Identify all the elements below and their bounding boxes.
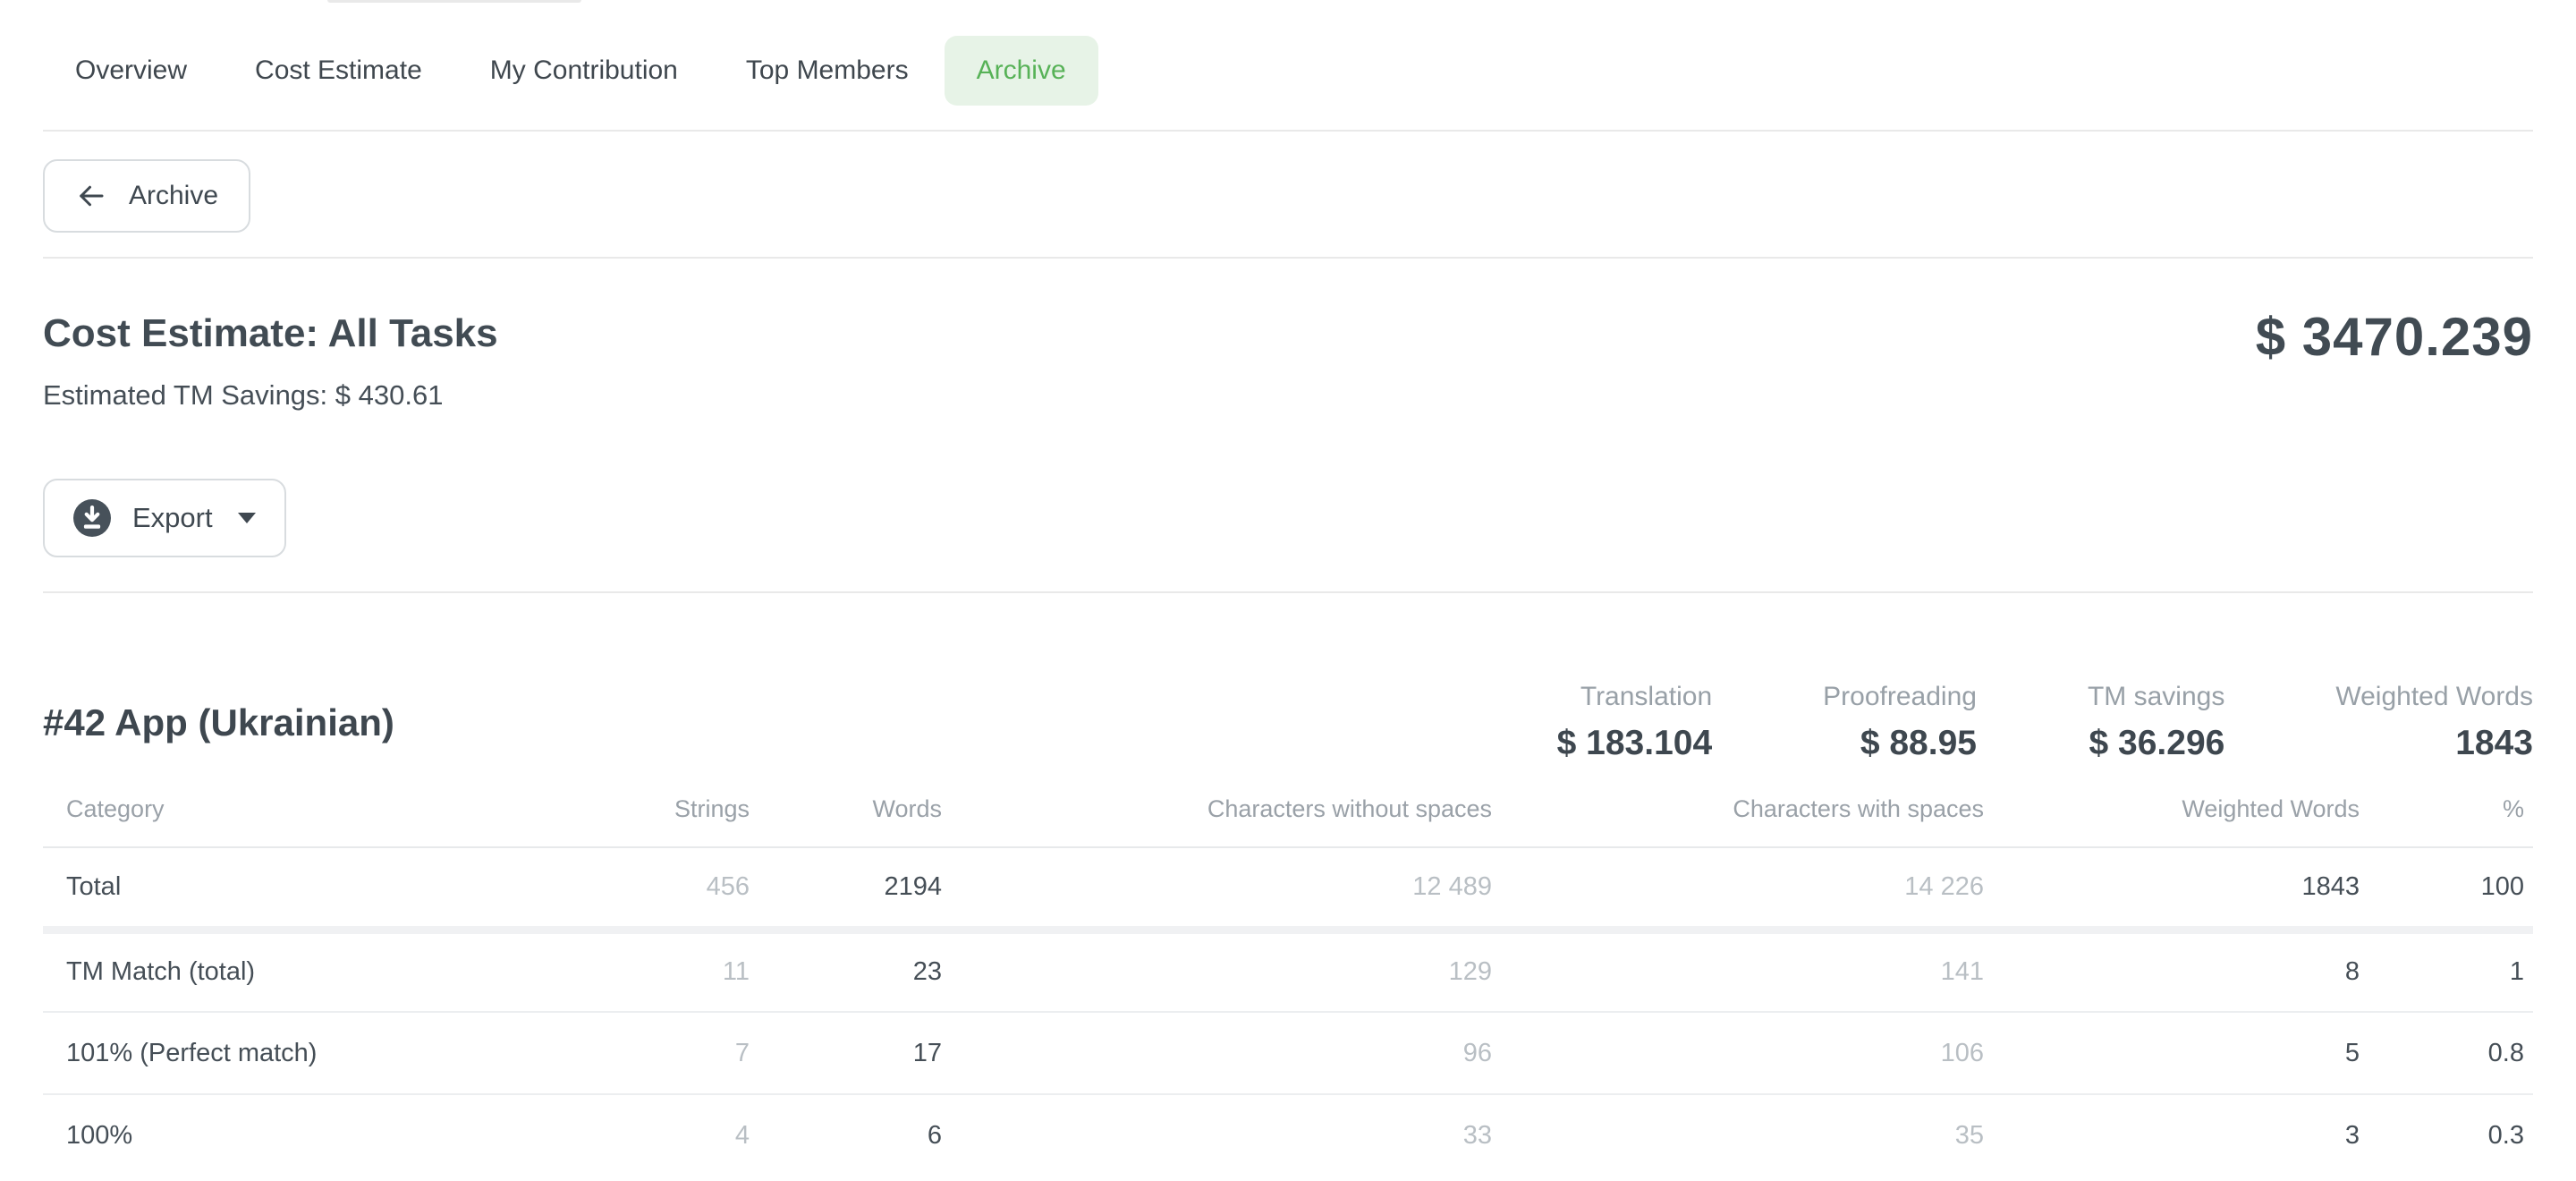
column-header-characters-without-spaces: Characters without spaces <box>942 795 1492 847</box>
cell-chars_with_spaces: 14 226 <box>1492 847 1984 930</box>
cell-chars_without_spaces: 129 <box>942 930 1492 1012</box>
divider <box>43 130 2533 132</box>
cell-percent: 1 <box>2360 930 2533 1012</box>
tab-bar: OverviewCost EstimateMy ContributionTop … <box>0 36 2576 106</box>
task-stats: Translation $ 183.104 Proofreading $ 88.95 T… <box>1557 681 2533 765</box>
cell-chars_with_spaces: 141 <box>1492 930 1984 1012</box>
archive-back-button[interactable]: Archive <box>43 159 250 233</box>
arrow-left-icon <box>75 180 107 212</box>
cell-strings: 11 <box>535 930 750 1012</box>
stat-value: $ 183.104 <box>1557 722 1713 765</box>
cell-weighted_words: 3 <box>1984 1094 2360 1177</box>
cell-weighted_words: 1843 <box>1984 847 2360 930</box>
cell-chars_with_spaces: 106 <box>1492 1012 1984 1094</box>
column-header-category: Category <box>43 795 535 847</box>
cost-table-wrap: CategoryStringsWordsCharacters without s… <box>0 795 2576 1177</box>
stat-label: TM savings <box>2088 681 2224 713</box>
stat-label: Translation <box>1557 681 1713 713</box>
cell-chars_without_spaces: 33 <box>942 1094 1492 1177</box>
cell-weighted_words: 5 <box>1984 1012 2360 1094</box>
cell-words: 6 <box>750 1094 942 1177</box>
stat-weighted-words: Weighted Words 1843 <box>2335 681 2533 765</box>
column-header-weighted-words: Weighted Words <box>1984 795 2360 847</box>
total-cost-value: $ 3470.239 <box>2256 309 2533 366</box>
tab-my-contribution[interactable]: My Contribution <box>458 36 710 106</box>
cell-chars_with_spaces: 35 <box>1492 1094 1984 1177</box>
cell-chars_without_spaces: 12 489 <box>942 847 1492 930</box>
export-label: Export <box>132 502 213 534</box>
cell-words: 17 <box>750 1012 942 1094</box>
stat-proofreading: Proofreading $ 88.95 <box>1823 681 1977 765</box>
stat-value: 1843 <box>2335 722 2533 765</box>
archive-back-label: Archive <box>129 181 218 211</box>
table-row-100-: 100%46333530.3 <box>43 1094 2533 1177</box>
tab-top-members[interactable]: Top Members <box>714 36 941 106</box>
cell-category: 101% (Perfect match) <box>43 1012 535 1094</box>
tab-archive[interactable]: Archive <box>945 36 1098 106</box>
divider <box>43 257 2533 259</box>
cell-chars_without_spaces: 96 <box>942 1012 1492 1094</box>
cell-category: 100% <box>43 1094 535 1177</box>
cell-words: 23 <box>750 930 942 1012</box>
table-row-101-perfect-match-: 101% (Perfect match)7179610650.8 <box>43 1012 2533 1094</box>
table-row-total: Total456219412 48914 2261843100 <box>43 847 2533 930</box>
tab-cost-estimate[interactable]: Cost Estimate <box>223 36 454 106</box>
download-circle-icon <box>73 499 111 537</box>
table-row-tm-match-total-: TM Match (total)112312914181 <box>43 930 2533 1012</box>
table-body: Total456219412 48914 2261843100TM Match … <box>43 847 2533 1177</box>
cost-table: CategoryStringsWordsCharacters without s… <box>43 795 2533 1177</box>
cell-percent: 0.8 <box>2360 1012 2533 1094</box>
stat-tm-savings: TM savings $ 36.296 <box>2088 681 2224 765</box>
cell-percent: 100 <box>2360 847 2533 930</box>
chevron-down-icon <box>238 513 256 523</box>
tm-savings-line: Estimated TM Savings: $ 430.61 <box>0 378 2576 412</box>
column-header-strings: Strings <box>535 795 750 847</box>
cell-percent: 0.3 <box>2360 1094 2533 1177</box>
tab-overview[interactable]: Overview <box>43 36 219 106</box>
stat-value: $ 88.95 <box>1823 722 1977 765</box>
column-header-characters-with-spaces: Characters with spaces <box>1492 795 1984 847</box>
export-button[interactable]: Export <box>43 479 286 557</box>
column-header-words: Words <box>750 795 942 847</box>
cell-weighted_words: 8 <box>1984 930 2360 1012</box>
table-header-row: CategoryStringsWordsCharacters without s… <box>43 795 2533 847</box>
stat-label: Weighted Words <box>2335 681 2533 713</box>
cutoff-element-top <box>327 0 581 3</box>
divider <box>43 591 2533 593</box>
cell-strings: 456 <box>535 847 750 930</box>
task-title: #42 App (Ukrainian) <box>43 701 394 744</box>
cell-words: 2194 <box>750 847 942 930</box>
column-header-percent: % <box>2360 795 2533 847</box>
stat-value: $ 36.296 <box>2088 722 2224 765</box>
cell-strings: 7 <box>535 1012 750 1094</box>
cell-category: TM Match (total) <box>43 930 535 1012</box>
cell-category: Total <box>43 847 535 930</box>
page-title: Cost Estimate: All Tasks <box>43 309 498 359</box>
cell-strings: 4 <box>535 1094 750 1177</box>
stat-label: Proofreading <box>1823 681 1977 713</box>
stat-translation: Translation $ 183.104 <box>1557 681 1713 765</box>
